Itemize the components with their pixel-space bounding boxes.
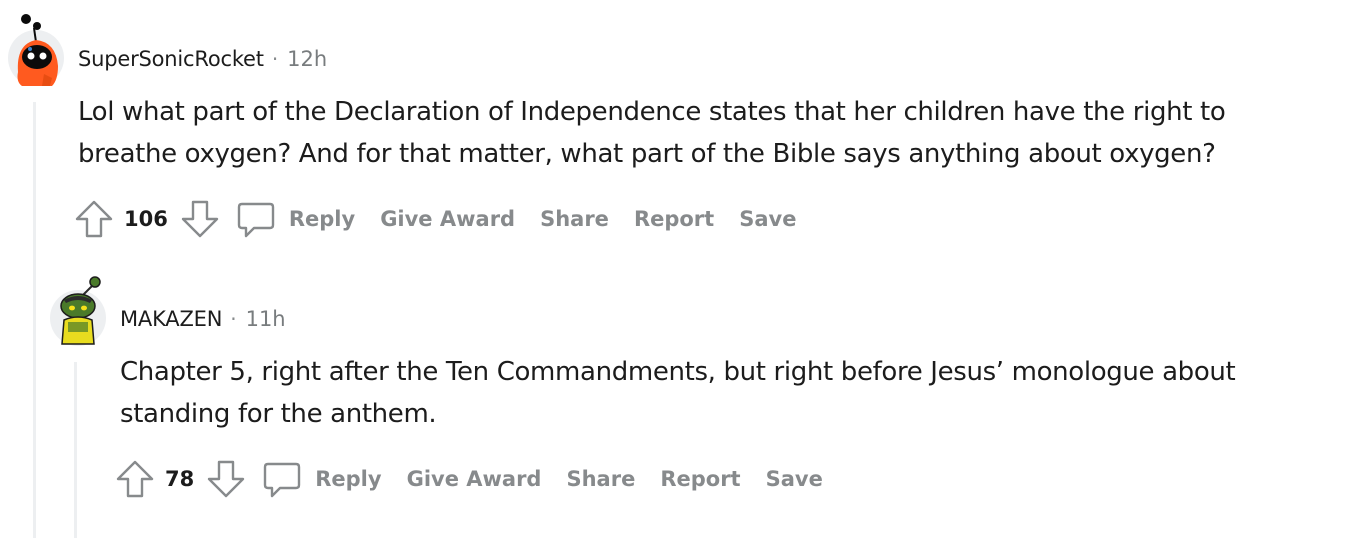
comment-body-line: standing for the anthem. bbox=[120, 399, 437, 429]
share-button[interactable]: Share bbox=[566, 467, 635, 491]
vote-score: 106 bbox=[124, 207, 168, 231]
give-award-button[interactable]: Give Award bbox=[407, 467, 542, 491]
share-button[interactable]: Share bbox=[540, 207, 609, 231]
comment-meta: SuperSonicRocket · 12h bbox=[78, 44, 327, 74]
comment-meta: MAKAZEN · 11h bbox=[120, 304, 286, 334]
downvote-arrow-icon[interactable] bbox=[180, 199, 220, 239]
upvote-arrow-icon[interactable] bbox=[115, 459, 155, 499]
vote-score: 78 bbox=[165, 467, 195, 491]
speech-bubble-icon[interactable] bbox=[236, 199, 276, 239]
reply-button[interactable]: Reply bbox=[289, 207, 355, 231]
username[interactable]: SuperSonicRocket bbox=[78, 47, 264, 71]
meta-separator: · bbox=[271, 47, 279, 71]
report-button[interactable]: Report bbox=[634, 207, 714, 231]
comment-body-line: breathe oxygen? And for that matter, wha… bbox=[78, 139, 1216, 169]
comment-body-line: Chapter 5, right after the Ten Commandme… bbox=[120, 357, 1236, 387]
thread-line-root[interactable] bbox=[33, 102, 36, 538]
reply-button[interactable]: Reply bbox=[315, 467, 381, 491]
report-button[interactable]: Report bbox=[660, 467, 740, 491]
avatar[interactable] bbox=[50, 276, 106, 346]
avatar[interactable] bbox=[8, 14, 64, 86]
comment-body: Lol what part of the Declaration of Inde… bbox=[78, 91, 1226, 175]
speech-bubble-icon[interactable] bbox=[262, 459, 302, 499]
upvote-arrow-icon[interactable] bbox=[74, 199, 114, 239]
thread-line-reply[interactable] bbox=[74, 362, 77, 538]
timestamp[interactable]: 12h bbox=[287, 47, 327, 71]
username[interactable]: MAKAZEN bbox=[120, 307, 222, 331]
comment-body-line: Lol what part of the Declaration of Inde… bbox=[78, 97, 1226, 127]
snoo-avatar-icon bbox=[17, 14, 58, 86]
save-button[interactable]: Save bbox=[739, 207, 796, 231]
timestamp[interactable]: 11h bbox=[246, 307, 286, 331]
give-award-button[interactable]: Give Award bbox=[380, 207, 515, 231]
comment-actions: 106 Reply Give Award Share Report Save bbox=[74, 199, 796, 239]
downvote-arrow-icon[interactable] bbox=[206, 459, 246, 499]
comment-body: Chapter 5, right after the Ten Commandme… bbox=[120, 351, 1236, 435]
comment-actions: 78 Reply Give Award Share Report Save bbox=[115, 459, 823, 499]
save-button[interactable]: Save bbox=[766, 467, 823, 491]
meta-separator: · bbox=[230, 307, 237, 331]
snoo-avatar-icon bbox=[60, 276, 101, 345]
